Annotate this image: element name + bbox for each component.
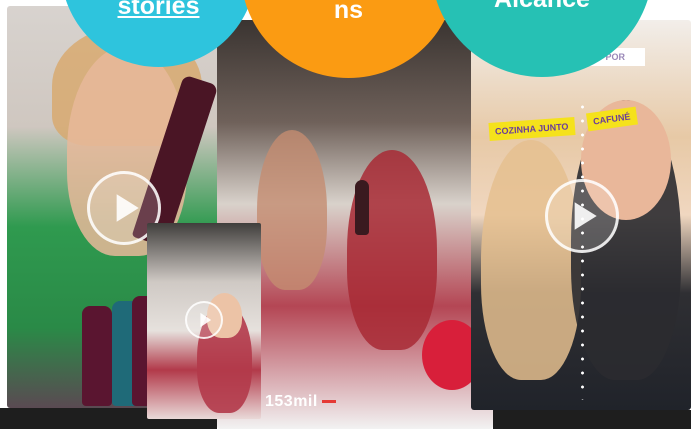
person-man [257,130,327,290]
alcance-circle-label: Alcance [431,0,653,14]
play-button-icon[interactable] [545,179,619,253]
person-woman-blonde [481,140,581,380]
play-button-icon[interactable] [185,301,223,339]
stories-showcase: OR · FORMADO POR COZINHA JUNTO CAFUNÉ 15… [0,0,691,429]
wine-bottle [355,180,369,235]
view-count: 153mil [265,393,336,411]
stories-circle-label: stories [117,0,200,20]
view-count-underline [321,400,336,404]
wine-bottle [82,306,112,406]
orange-circle-label: ns [333,0,364,24]
story-video-inset[interactable] [147,223,261,419]
background-band-right [493,410,691,429]
